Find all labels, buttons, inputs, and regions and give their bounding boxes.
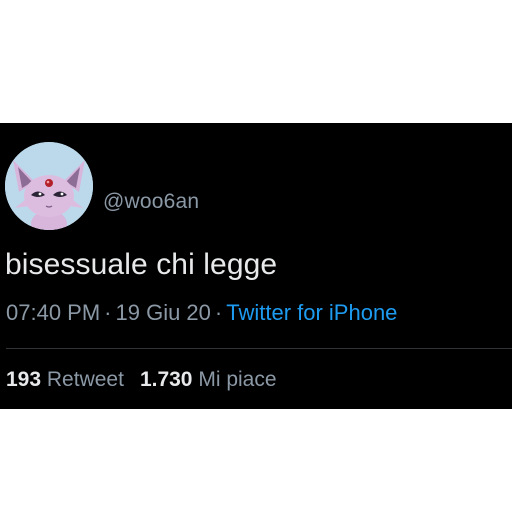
likes-count: 1.730 [139,368,193,391]
retweets-count: 193 [6,368,42,391]
tweet-text: bisessuale chi legge [5,248,278,281]
tweet-source-link[interactable]: Twitter for iPhone [226,300,397,325]
tweet-time[interactable]: 07:40 PM [6,300,100,325]
tweet-stats: 193 Retweet 1.730 Mi piace [6,368,277,392]
meta-separator: · [104,300,112,325]
divider [6,348,512,349]
tweet-card: @woo6an bisessuale chi legge 07:40 PM · 19… [0,123,512,409]
retweets-label: Retweet [46,368,124,391]
tweet-date[interactable]: 19 Giu 20 [116,300,211,325]
likes-stat[interactable]: 1.730 Mi piace [140,368,277,391]
retweets-stat[interactable]: 193 Retweet [6,368,124,391]
user-handle[interactable]: @woo6an [103,190,199,214]
likes-label: Mi piace [198,368,277,391]
meta-separator: · [214,300,223,325]
espeon-avatar-icon[interactable] [5,142,93,230]
tweet-meta: 07:40 PM · 19 Giu 20 · Twitter for iPhone [6,300,397,326]
